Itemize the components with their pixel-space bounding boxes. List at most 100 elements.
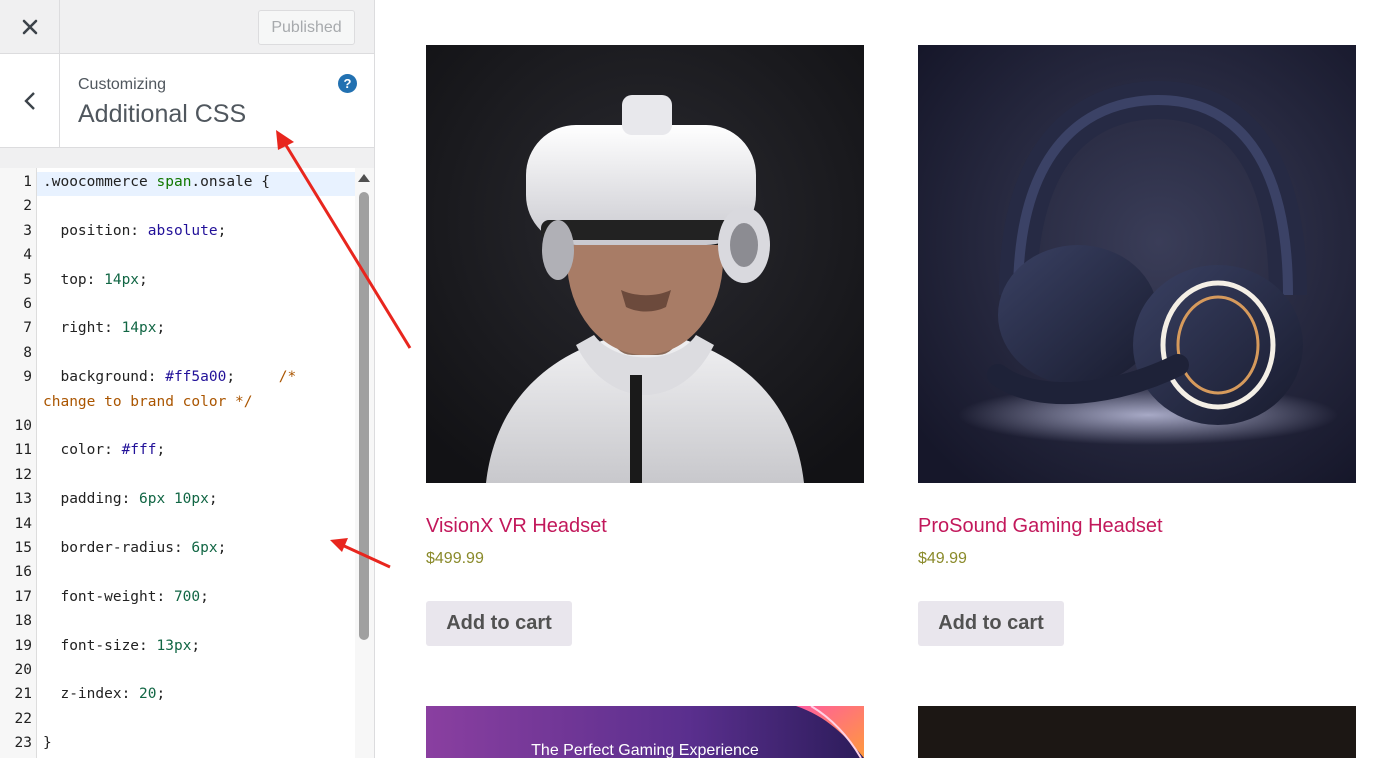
code-token: top: xyxy=(43,271,105,288)
back-button[interactable] xyxy=(0,54,60,147)
code-token: #fff xyxy=(121,442,157,459)
code-token: 13px xyxy=(156,637,192,654)
add-to-cart-button[interactable]: Add to cart xyxy=(426,601,572,646)
code-line[interactable]: background: #ff5a00; /* xyxy=(43,369,296,385)
code-line[interactable]: top: 14px; xyxy=(43,271,148,288)
css-code-editor[interactable]: 1 2 3 4 5 6 7 8 9 10 11 12 13 14 15 16 17 18 19 20 21 22 23 .w… xyxy=(0,168,374,758)
product-card xyxy=(918,706,1356,758)
code-line[interactable]: z-index: 20; xyxy=(43,686,165,702)
code-token: 6px xyxy=(191,540,218,556)
code-token: ; xyxy=(217,222,227,239)
code-token: position: xyxy=(43,222,148,239)
product-card: VisionX VR Headset $499.99 Add to cart xyxy=(426,45,864,695)
code-line[interactable]: position: absolute; xyxy=(43,223,226,239)
product-image-gaming-headset[interactable] xyxy=(918,45,1356,483)
code-token: span xyxy=(156,174,192,190)
customizer-sidebar: Published Customizing Additional CSS ? 1… xyxy=(0,0,375,758)
code-token: background: xyxy=(43,369,166,386)
code-token: change to brand color */ xyxy=(43,393,253,410)
code-token: .woocommerce xyxy=(43,174,157,190)
code-token: ; xyxy=(217,540,227,556)
customizing-label: Customizing xyxy=(78,76,167,93)
product-card: The Perfect Gaming Experience xyxy=(426,706,864,758)
code-area[interactable]: .woocommerce span.onsale { position: abs… xyxy=(37,168,355,758)
code-line[interactable]: .woocommerce span.onsale { xyxy=(43,174,270,190)
code-token: #ff5a00 xyxy=(165,369,227,386)
vr-headset-photo xyxy=(426,45,864,483)
code-line[interactable]: padding: 6px 10px; xyxy=(43,491,218,508)
line-number: 22 xyxy=(14,710,32,727)
customizer-topbar: Published xyxy=(0,0,374,54)
help-icon[interactable]: ? xyxy=(338,74,357,93)
code-token: ; xyxy=(156,686,166,703)
code-token: ; xyxy=(208,491,218,508)
code-token: ; xyxy=(139,271,148,288)
code-token: font-size: xyxy=(43,637,157,654)
line-number: 11 xyxy=(14,442,32,459)
code-line[interactable]: border-radius: 6px; xyxy=(43,540,226,556)
code-token: .onsale { xyxy=(191,174,270,190)
line-number: 1 xyxy=(23,174,32,190)
gaming-headset-photo xyxy=(918,45,1356,483)
code-token: ; xyxy=(226,369,279,386)
code-token: z-index: xyxy=(43,686,140,703)
product-card: ProSound Gaming Headset $49.99 Add to ca… xyxy=(918,45,1356,695)
code-token: 14px xyxy=(104,271,140,288)
line-number: 21 xyxy=(14,686,32,703)
line-number: 10 xyxy=(14,418,32,434)
code-token: } xyxy=(43,735,52,752)
code-line[interactable]: font-size: 13px; xyxy=(43,638,200,654)
site-preview: VisionX VR Headset $499.99 Add to cart P… xyxy=(375,0,1378,758)
line-number: 9 xyxy=(23,369,32,386)
line-number: 20 xyxy=(14,662,32,678)
code-line[interactable]: } xyxy=(43,735,52,751)
scroll-up-arrow-icon[interactable] xyxy=(358,174,370,182)
code-token: /* xyxy=(278,369,297,386)
line-number: 2 xyxy=(23,198,32,215)
product-price: $49.99 xyxy=(918,550,967,567)
section-title: Additional CSS xyxy=(78,100,247,128)
code-token: ; xyxy=(200,588,209,605)
code-token: ; xyxy=(156,320,166,337)
line-number: 15 xyxy=(14,540,32,556)
code-token: absolute xyxy=(147,222,218,239)
product-title[interactable]: VisionX VR Headset xyxy=(426,515,607,538)
chevron-left-icon xyxy=(23,91,35,110)
code-line[interactable]: color: #fff; xyxy=(43,442,165,458)
code-token: color: xyxy=(43,442,122,459)
product-image-dark[interactable] xyxy=(918,706,1356,758)
line-number: 7 xyxy=(23,320,32,337)
code-token: font-weight: xyxy=(43,588,174,605)
code-token: border-radius: xyxy=(43,540,192,556)
line-number: 4 xyxy=(23,247,32,264)
add-to-cart-button[interactable]: Add to cart xyxy=(918,601,1064,646)
product-price: $499.99 xyxy=(426,550,484,567)
editor-scrollbar[interactable] xyxy=(355,168,374,758)
line-number: 6 xyxy=(23,296,32,312)
line-number: 13 xyxy=(14,491,32,508)
code-token: right: xyxy=(43,320,122,337)
line-number: 12 xyxy=(14,466,32,483)
line-number: 5 xyxy=(23,271,32,288)
product-title[interactable]: ProSound Gaming Headset xyxy=(918,515,1163,538)
code-token: ; xyxy=(156,442,166,459)
line-number: 16 xyxy=(14,564,32,581)
line-number-gutter: 1 2 3 4 5 6 7 8 9 10 11 12 13 14 15 16 17 18 19 20 21 22 23 xyxy=(0,168,37,758)
code-token: 14px xyxy=(121,320,157,337)
line-number: 8 xyxy=(23,344,32,361)
code-line[interactable]: font-weight: 700; xyxy=(43,588,209,605)
code-line[interactable]: right: 14px; xyxy=(43,320,165,336)
code-line[interactable]: change to brand color */ xyxy=(43,394,253,410)
scrollbar-thumb[interactable] xyxy=(359,192,369,640)
section-header: Customizing Additional CSS ? xyxy=(0,54,374,148)
product-image-vr-headset[interactable] xyxy=(426,45,864,483)
line-number: 14 xyxy=(14,515,32,532)
code-token: 20 xyxy=(139,686,157,703)
close-icon xyxy=(22,19,37,35)
code-token: 6px 10px xyxy=(139,491,209,508)
line-number: 3 xyxy=(23,222,32,239)
line-number: 23 xyxy=(14,735,32,752)
line-number: 17 xyxy=(14,588,32,605)
publish-button[interactable]: Published xyxy=(258,10,355,45)
close-button[interactable] xyxy=(0,0,60,54)
